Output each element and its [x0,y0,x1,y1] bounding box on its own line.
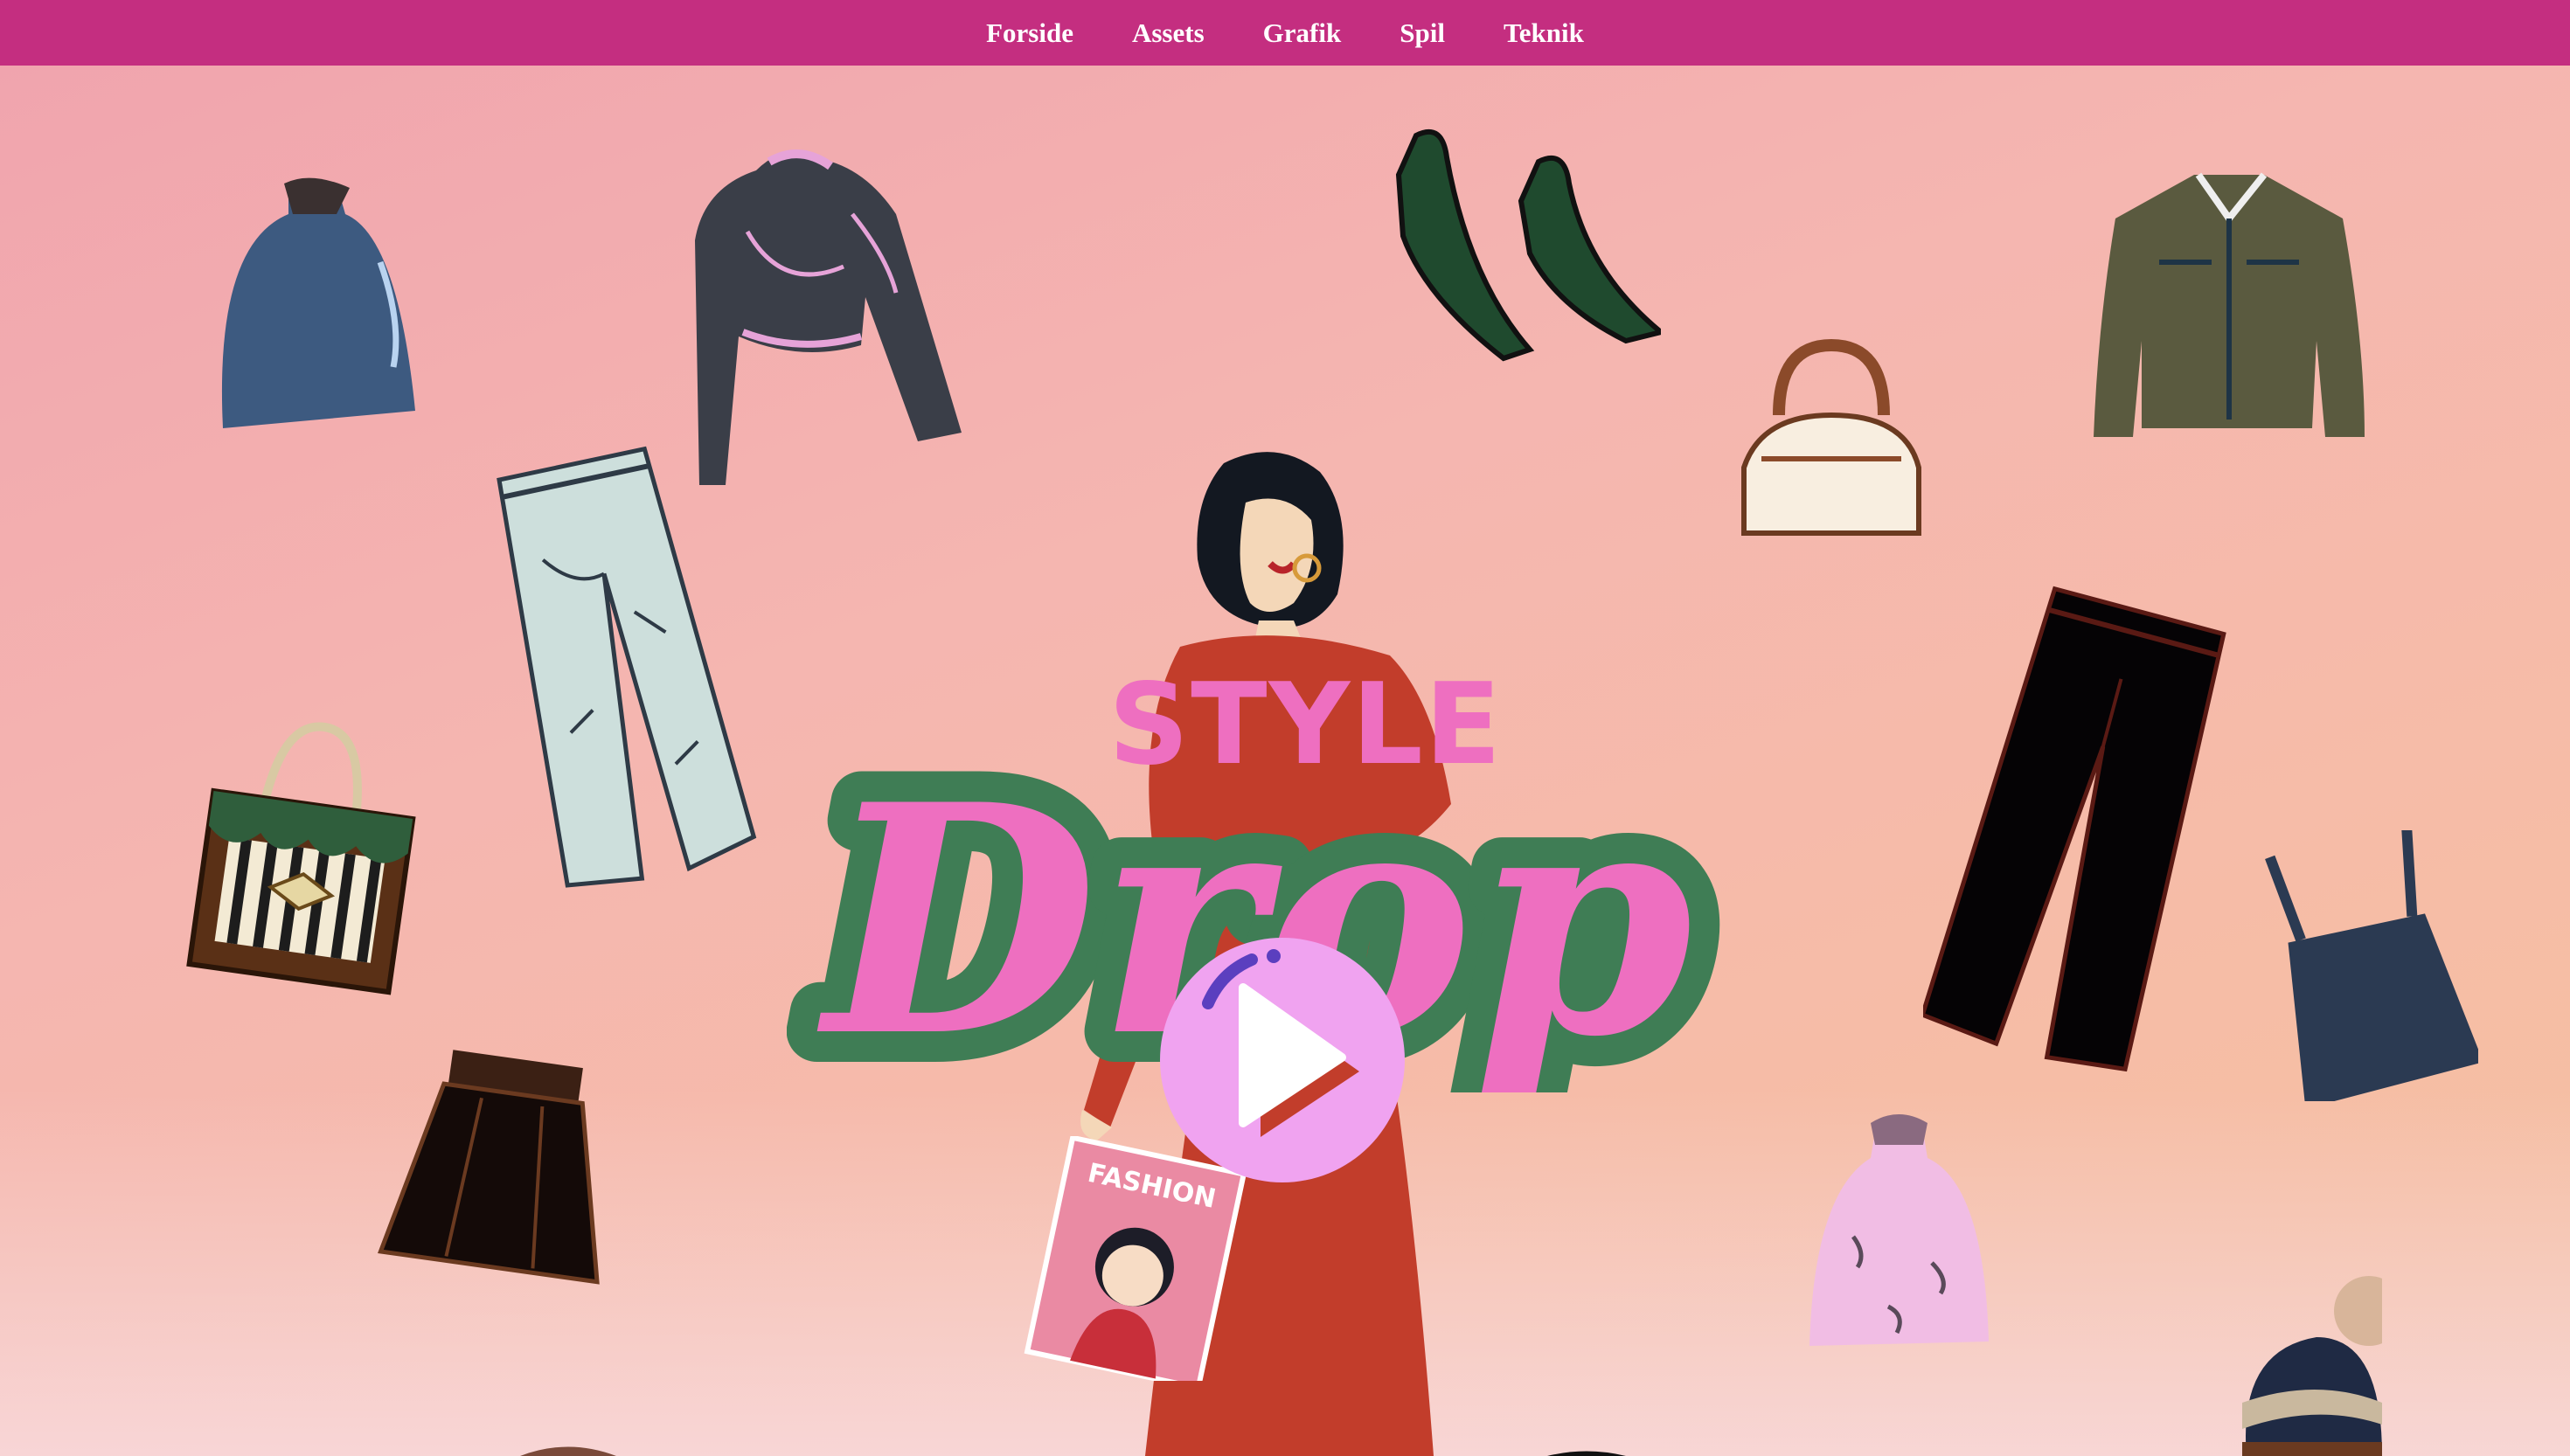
light-jeans-illustration [472,441,769,905]
nav-item-forside[interactable]: Forside [986,17,1073,49]
top-navigation: Forside Assets Grafik Spil Teknik [0,0,2570,66]
nav-item-spil[interactable]: Spil [1400,17,1445,49]
green-heels-illustration [1390,122,1661,367]
beanie-illustration [2229,1272,2382,1456]
play-button[interactable] [1156,933,1409,1187]
bottom-item-illustration [520,1438,616,1456]
black-navy-top-illustration [2260,830,2478,1101]
pink-bag-illustration [1801,1106,1997,1359]
bottom-item-illustration-2 [1547,1446,1626,1456]
play-icon [1160,938,1405,1182]
striped-bow-bag-illustration [179,717,428,996]
nav-item-assets[interactable]: Assets [1132,17,1205,49]
denim-jacket-illustration [2089,166,2373,446]
brown-skirt-illustration [376,1049,625,1289]
nav-item-teknik[interactable]: Teknik [1504,17,1584,49]
cream-handbag-illustration [1735,336,1928,542]
black-pants-illustration [1923,586,2233,1075]
blue-bag-illustration [205,166,424,454]
nav-item-grafik[interactable]: Grafik [1263,17,1342,49]
title-style-word: STYLE [1108,660,1504,790]
